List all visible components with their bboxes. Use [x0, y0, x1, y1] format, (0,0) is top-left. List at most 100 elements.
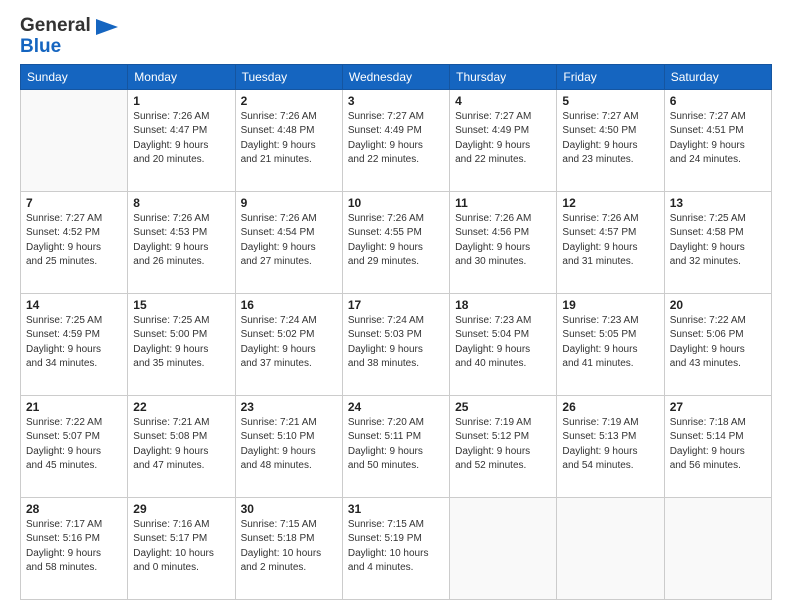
calendar-week-0: 1 Sunrise: 7:26 AM Sunset: 4:47 PM Daylig…	[21, 89, 772, 191]
day-number: 8	[133, 196, 229, 210]
day-number: 17	[348, 298, 444, 312]
day-info: Sunrise: 7:27 AM Sunset: 4:49 PM Dayligh…	[455, 110, 551, 168]
logo: General Blue	[20, 16, 118, 58]
day-info: Sunrise: 7:22 AM Sunset: 5:07 PM Dayligh…	[26, 416, 122, 474]
day-number: 29	[133, 502, 229, 516]
calendar-header-thursday: Thursday	[450, 64, 557, 89]
calendar-cell	[557, 497, 664, 599]
calendar-header-friday: Friday	[557, 64, 664, 89]
calendar-header-tuesday: Tuesday	[235, 64, 342, 89]
day-info: Sunrise: 7:18 AM Sunset: 5:14 PM Dayligh…	[670, 416, 766, 474]
calendar-cell: 14Sunrise: 7:25 AM Sunset: 4:59 PM Dayli…	[21, 293, 128, 395]
calendar-cell: 17 Sunrise: 7:24 AM Sunset: 5:03 PM Dayli…	[342, 293, 449, 395]
day-info: Sunrise: 7:21 AM Sunset: 5:08 PM Dayligh…	[133, 416, 229, 474]
day-number: 10	[348, 196, 444, 210]
day-info: Sunrise: 7:27 AM Sunset: 4:51 PM Dayligh…	[670, 110, 766, 168]
day-number: 12	[562, 196, 658, 210]
calendar-cell: 21 Sunrise: 7:22 AM Sunset: 5:07 PM Dayli…	[21, 395, 128, 497]
page: General Blue SundayMondayTuesdayWednesda…	[0, 0, 792, 612]
calendar-cell: 28 Sunrise: 7:17 AM Sunset: 5:16 PM Dayli…	[21, 497, 128, 599]
day-number: 25	[455, 400, 551, 414]
day-info: Sunrise: 7:27 AM Sunset: 4:52 PM Dayligh…	[26, 212, 122, 270]
day-info: Sunrise: 7:27 AM Sunset: 4:50 PM Dayligh…	[562, 110, 658, 168]
calendar-cell: 9 Sunrise: 7:26 AM Sunset: 4:54 PM Daylig…	[235, 191, 342, 293]
calendar-week-2: 14Sunrise: 7:25 AM Sunset: 4:59 PM Dayli…	[21, 293, 772, 395]
calendar-cell: 4 Sunrise: 7:27 AM Sunset: 4:49 PM Daylig…	[450, 89, 557, 191]
day-number: 20	[670, 298, 766, 312]
calendar-cell: 10 Sunrise: 7:26 AM Sunset: 4:55 PM Dayli…	[342, 191, 449, 293]
day-info: Sunrise: 7:26 AM Sunset: 4:57 PM Dayligh…	[562, 212, 658, 270]
day-info: Sunrise: 7:26 AM Sunset: 4:48 PM Dayligh…	[241, 110, 337, 168]
day-number: 6	[670, 94, 766, 108]
day-info: Sunrise: 7:19 AM Sunset: 5:13 PM Dayligh…	[562, 416, 658, 474]
calendar-cell: 1 Sunrise: 7:26 AM Sunset: 4:47 PM Daylig…	[128, 89, 235, 191]
calendar-cell: 22 Sunrise: 7:21 AM Sunset: 5:08 PM Dayli…	[128, 395, 235, 497]
day-number: 19	[562, 298, 658, 312]
day-info: Sunrise: 7:15 AM Sunset: 5:19 PM Dayligh…	[348, 518, 444, 576]
calendar-cell: 19 Sunrise: 7:23 AM Sunset: 5:05 PM Dayli…	[557, 293, 664, 395]
day-info: Sunrise: 7:27 AM Sunset: 4:49 PM Dayligh…	[348, 110, 444, 168]
calendar-cell: 27 Sunrise: 7:18 AM Sunset: 5:14 PM Dayli…	[664, 395, 771, 497]
calendar-header-sunday: Sunday	[21, 64, 128, 89]
calendar-cell: 2Sunrise: 7:26 AM Sunset: 4:48 PM Daylig…	[235, 89, 342, 191]
day-info: Sunrise: 7:26 AM Sunset: 4:47 PM Dayligh…	[133, 110, 229, 168]
day-number: 1	[133, 94, 229, 108]
calendar-cell: 30 Sunrise: 7:15 AM Sunset: 5:18 PM Dayli…	[235, 497, 342, 599]
calendar-cell	[450, 497, 557, 599]
logo-text: General Blue	[20, 16, 118, 58]
day-number: 16	[241, 298, 337, 312]
day-info: Sunrise: 7:23 AM Sunset: 5:05 PM Dayligh…	[562, 314, 658, 372]
day-info: Sunrise: 7:16 AM Sunset: 5:17 PM Dayligh…	[133, 518, 229, 576]
calendar-week-4: 28 Sunrise: 7:17 AM Sunset: 5:16 PM Dayli…	[21, 497, 772, 599]
day-info: Sunrise: 7:26 AM Sunset: 4:54 PM Dayligh…	[241, 212, 337, 270]
day-info: Sunrise: 7:25 AM Sunset: 4:58 PM Dayligh…	[670, 212, 766, 270]
day-info: Sunrise: 7:26 AM Sunset: 4:56 PM Dayligh…	[455, 212, 551, 270]
calendar-cell	[21, 89, 128, 191]
calendar-table: SundayMondayTuesdayWednesdayThursdayFrid…	[20, 64, 772, 600]
day-number: 24	[348, 400, 444, 414]
day-number: 22	[133, 400, 229, 414]
day-info: Sunrise: 7:15 AM Sunset: 5:18 PM Dayligh…	[241, 518, 337, 576]
calendar-cell: 12 Sunrise: 7:26 AM Sunset: 4:57 PM Dayli…	[557, 191, 664, 293]
calendar-week-3: 21 Sunrise: 7:22 AM Sunset: 5:07 PM Dayli…	[21, 395, 772, 497]
day-number: 4	[455, 94, 551, 108]
day-info: Sunrise: 7:26 AM Sunset: 4:53 PM Dayligh…	[133, 212, 229, 270]
day-number: 28	[26, 502, 122, 516]
day-info: Sunrise: 7:24 AM Sunset: 5:03 PM Dayligh…	[348, 314, 444, 372]
day-info: Sunrise: 7:25 AM Sunset: 5:00 PM Dayligh…	[133, 314, 229, 372]
day-number: 21	[26, 400, 122, 414]
calendar-header-monday: Monday	[128, 64, 235, 89]
day-number: 13	[670, 196, 766, 210]
calendar-cell: 15 Sunrise: 7:25 AM Sunset: 5:00 PM Dayli…	[128, 293, 235, 395]
day-info: Sunrise: 7:26 AM Sunset: 4:55 PM Dayligh…	[348, 212, 444, 270]
calendar-cell	[664, 497, 771, 599]
calendar-header-saturday: Saturday	[664, 64, 771, 89]
calendar-header-wednesday: Wednesday	[342, 64, 449, 89]
logo-flag-icon	[96, 19, 118, 35]
day-number: 30	[241, 502, 337, 516]
header: General Blue	[20, 16, 772, 58]
calendar-cell: 11Sunrise: 7:26 AM Sunset: 4:56 PM Dayli…	[450, 191, 557, 293]
day-number: 31	[348, 502, 444, 516]
day-number: 23	[241, 400, 337, 414]
day-number: 27	[670, 400, 766, 414]
day-info: Sunrise: 7:17 AM Sunset: 5:16 PM Dayligh…	[26, 518, 122, 576]
calendar-cell: 31 Sunrise: 7:15 AM Sunset: 5:19 PM Dayli…	[342, 497, 449, 599]
calendar-cell: 13 Sunrise: 7:25 AM Sunset: 4:58 PM Dayli…	[664, 191, 771, 293]
calendar-cell: 18Sunrise: 7:23 AM Sunset: 5:04 PM Dayli…	[450, 293, 557, 395]
calendar-cell: 8 Sunrise: 7:26 AM Sunset: 4:53 PM Daylig…	[128, 191, 235, 293]
day-number: 7	[26, 196, 122, 210]
calendar-cell: 5Sunrise: 7:27 AM Sunset: 4:50 PM Daylig…	[557, 89, 664, 191]
day-number: 9	[241, 196, 337, 210]
calendar-cell: 26Sunrise: 7:19 AM Sunset: 5:13 PM Dayli…	[557, 395, 664, 497]
day-number: 15	[133, 298, 229, 312]
calendar-cell: 25Sunrise: 7:19 AM Sunset: 5:12 PM Dayli…	[450, 395, 557, 497]
day-info: Sunrise: 7:24 AM Sunset: 5:02 PM Dayligh…	[241, 314, 337, 372]
calendar-week-1: 7 Sunrise: 7:27 AM Sunset: 4:52 PM Daylig…	[21, 191, 772, 293]
calendar-cell: 24 Sunrise: 7:20 AM Sunset: 5:11 PM Dayli…	[342, 395, 449, 497]
calendar-cell: 20 Sunrise: 7:22 AM Sunset: 5:06 PM Dayli…	[664, 293, 771, 395]
day-info: Sunrise: 7:22 AM Sunset: 5:06 PM Dayligh…	[670, 314, 766, 372]
calendar-cell: 29 Sunrise: 7:16 AM Sunset: 5:17 PM Dayli…	[128, 497, 235, 599]
day-info: Sunrise: 7:20 AM Sunset: 5:11 PM Dayligh…	[348, 416, 444, 474]
day-info: Sunrise: 7:21 AM Sunset: 5:10 PM Dayligh…	[241, 416, 337, 474]
